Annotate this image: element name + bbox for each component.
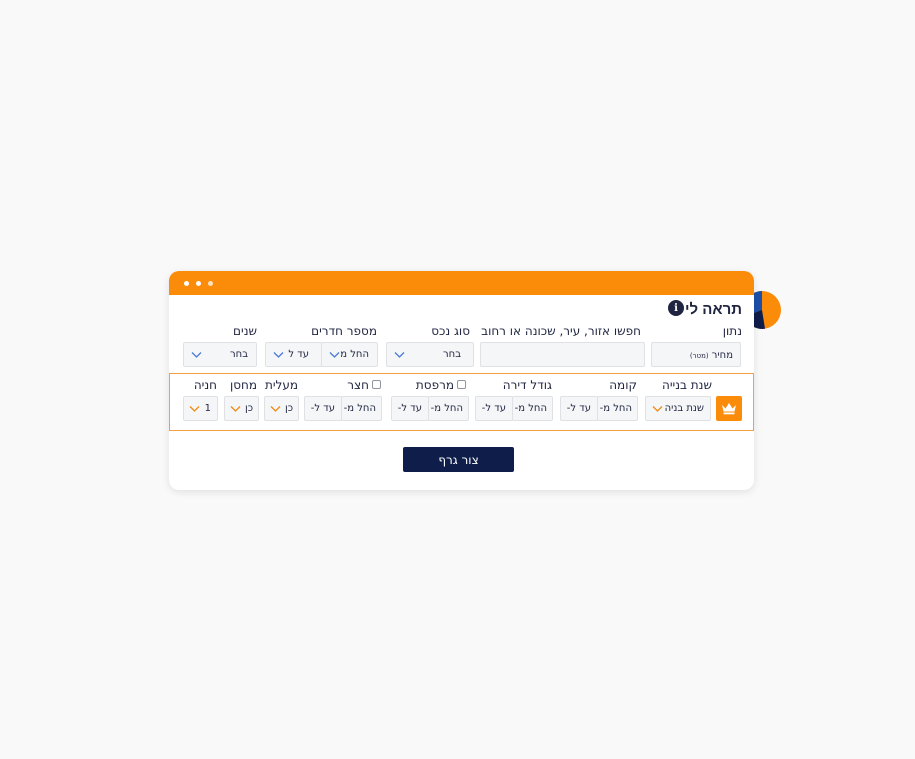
elevator-label: מעלית <box>264 378 298 392</box>
size-from-input[interactable]: החל מ- <box>512 396 553 421</box>
rooms-to-value: עד ל <box>288 349 309 360</box>
elevator-select[interactable]: כן <box>264 396 299 421</box>
balcony-label: מרפסת <box>415 378 454 392</box>
chevron-down-icon <box>329 352 340 358</box>
size-to-input[interactable]: עד ל- <box>475 396 513 421</box>
balcony-to-value: עד ל- <box>397 403 422 414</box>
window-dot-icon <box>196 281 201 286</box>
metric-select[interactable]: מחיר (מטר) <box>651 342 741 367</box>
storage-label: מחסן <box>229 378 257 392</box>
size-from-value: החל מ- <box>514 403 547 414</box>
chevron-down-icon <box>270 406 281 412</box>
years-select[interactable]: בחר <box>183 342 257 367</box>
build-year-select[interactable]: שנת בניה <box>645 396 711 421</box>
window-dot-icon <box>208 281 213 286</box>
rooms-from-select[interactable]: החל מ <box>321 342 378 367</box>
window-title: תראה לי <box>684 301 742 318</box>
chevron-down-icon <box>230 406 241 412</box>
rooms-to-select[interactable]: עד ל <box>265 342 322 367</box>
storage-value: כן <box>244 403 253 414</box>
balcony-from-value: החל מ- <box>430 403 463 414</box>
yard-from-input[interactable]: החל מ- <box>341 396 382 421</box>
draw-chart-button[interactable]: צור גרף <box>403 447 514 472</box>
years-value: בחר <box>230 349 248 360</box>
parking-value: 1 <box>204 403 211 414</box>
floor-label: קומה <box>609 378 637 392</box>
floor-to-value: עד ל- <box>566 403 591 414</box>
crown-icon <box>722 403 736 415</box>
search-input[interactable] <box>480 342 645 367</box>
chevron-down-icon <box>191 352 202 358</box>
floor-to-input[interactable]: עד ל- <box>560 396 598 421</box>
yard-label: חצר <box>347 378 369 392</box>
info-icon[interactable]: i <box>668 300 684 316</box>
years-label: שנים <box>233 324 257 338</box>
balcony-to-input[interactable]: עד ל- <box>391 396 429 421</box>
chart-builder-window: תראה לי i נתון חפשו אזור, עיר, שכונה או … <box>169 271 754 490</box>
storage-select[interactable]: כן <box>224 396 259 421</box>
build-year-value: שנת בניה <box>664 403 704 414</box>
chevron-down-icon <box>273 352 284 358</box>
size-label: גודל דירה <box>502 378 552 392</box>
chevron-down-icon <box>652 406 663 412</box>
chevron-down-icon <box>189 406 200 412</box>
search-label: חפשו אזור, עיר, שכונה או רחוב <box>481 324 641 338</box>
yard-to-value: עד ל- <box>310 403 335 414</box>
parking-select[interactable]: 1 <box>183 396 218 421</box>
asset-type-value: בחר <box>443 349 461 360</box>
asset-type-select[interactable]: בחר <box>386 342 474 367</box>
window-dot-icon <box>184 281 189 286</box>
yard-checkbox[interactable] <box>372 380 381 389</box>
elevator-value: כן <box>284 403 293 414</box>
rooms-label: מספר חדרים <box>311 324 377 338</box>
rooms-from-value: החל מ <box>340 349 369 360</box>
floor-from-input[interactable]: החל מ- <box>597 396 638 421</box>
build-year-label: שנת בנייה <box>662 378 712 392</box>
balcony-from-input[interactable]: החל מ- <box>428 396 469 421</box>
window-titlebar <box>169 271 754 295</box>
yard-to-input[interactable]: עד ל- <box>304 396 342 421</box>
metric-label: נתון <box>722 324 742 338</box>
size-to-value: עד ל- <box>481 403 506 414</box>
yard-from-value: החל מ- <box>343 403 376 414</box>
parking-label: חניה <box>193 378 217 392</box>
asset-type-label: סוג נכס <box>431 324 470 338</box>
premium-badge <box>716 396 742 421</box>
metric-value: מחיר (מטר) <box>689 350 733 361</box>
floor-from-value: החל מ- <box>599 403 632 414</box>
balcony-checkbox[interactable] <box>457 380 466 389</box>
chevron-down-icon <box>394 352 405 358</box>
